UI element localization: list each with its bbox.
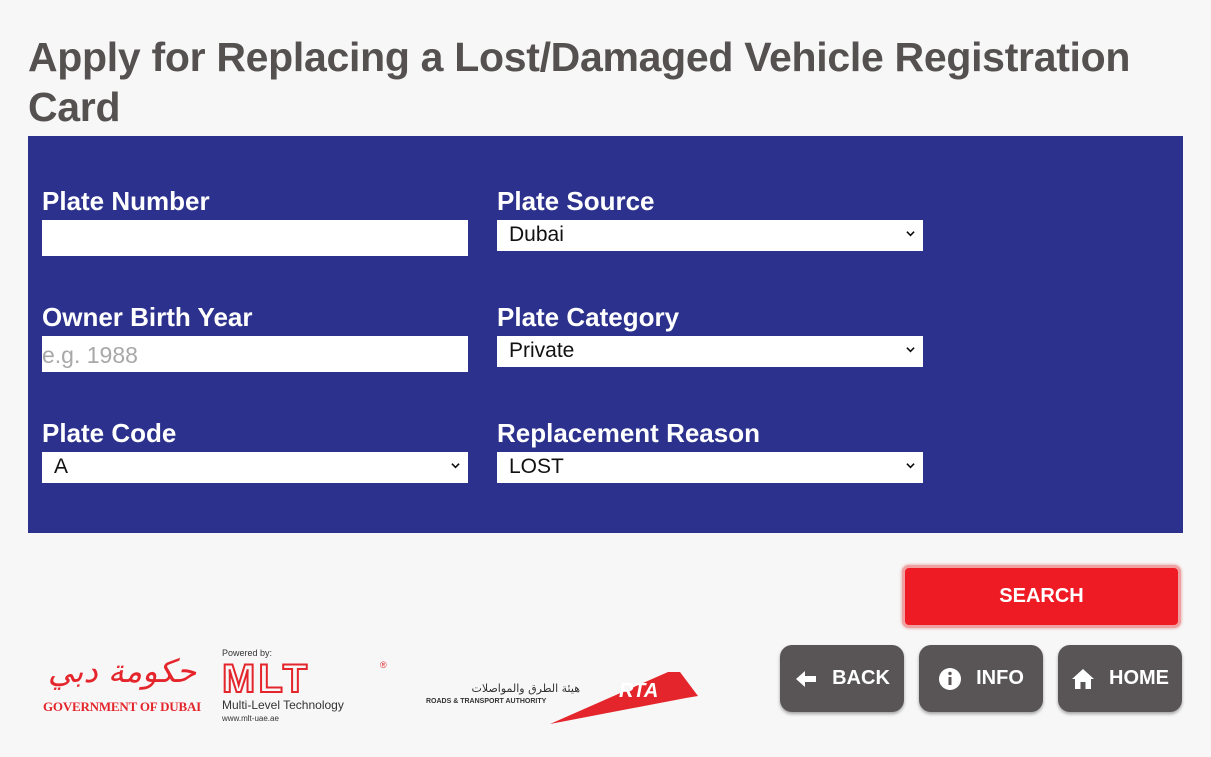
plate-code-label: Plate Code xyxy=(42,418,177,448)
rta-english: ROADS & TRANSPORT AUTHORITY xyxy=(426,698,547,705)
plate-category-field: Plate Category Private xyxy=(497,302,923,367)
plate-source-value: Dubai xyxy=(509,223,564,246)
chevron-down-icon xyxy=(906,231,915,237)
plate-source-select[interactable]: Dubai xyxy=(497,220,923,251)
plate-category-value: Private xyxy=(509,339,575,362)
plate-category-select[interactable]: Private xyxy=(497,336,923,367)
plate-category-label: Plate Category xyxy=(497,302,680,332)
chevron-down-icon xyxy=(451,463,460,469)
info-button-label: INFO xyxy=(976,667,1024,689)
chevron-down-icon xyxy=(906,463,915,469)
replacement-reason-value: LOST xyxy=(509,455,564,478)
arrow-left-icon xyxy=(796,670,817,687)
gov-dubai-english: GOVERNMENT OF DUBAI xyxy=(43,699,201,714)
replacement-reason-label: Replacement Reason xyxy=(497,418,760,448)
owner-birth-year-field: Owner Birth Year xyxy=(42,302,468,372)
plate-number-input[interactable] xyxy=(42,220,468,256)
owner-birth-year-label: Owner Birth Year xyxy=(42,302,253,332)
mlt-wordmark: MLT xyxy=(221,657,311,701)
gov-dubai-arabic: حكومة دبي xyxy=(47,652,197,690)
chevron-down-icon xyxy=(906,347,915,353)
plate-code-value: A xyxy=(54,455,69,478)
plate-number-field: Plate Number xyxy=(42,186,468,256)
search-button[interactable]: SEARCH xyxy=(902,565,1181,628)
house-icon xyxy=(1072,668,1094,689)
replacement-reason-select[interactable]: LOST xyxy=(497,452,923,483)
plate-source-field: Plate Source Dubai xyxy=(497,186,923,251)
info-circle-icon xyxy=(939,667,962,690)
back-button[interactable]: BACK xyxy=(780,645,904,712)
government-of-dubai-logo: حكومة دبي GOVERNMENT OF DUBAI xyxy=(34,650,210,720)
home-button-label: HOME xyxy=(1109,667,1169,689)
mlt-tagline: Multi-Level Technology xyxy=(222,698,344,712)
plate-code-select[interactable]: A xyxy=(42,452,468,483)
replacement-reason-field: Replacement Reason LOST xyxy=(497,418,923,483)
rta-logo: هيئة الطرق والمواصلات ROADS & TRANSPORT … xyxy=(426,668,702,726)
back-button-label: BACK xyxy=(832,667,890,689)
registered-mark-icon: ® xyxy=(380,660,387,670)
rta-mark: RTA xyxy=(619,680,659,702)
info-button[interactable]: INFO xyxy=(919,645,1043,712)
mlt-url: www.mlt-uae.ae xyxy=(222,714,279,723)
home-button[interactable]: HOME xyxy=(1058,645,1182,712)
plate-number-label: Plate Number xyxy=(42,186,210,216)
page-title: Apply for Replacing a Lost/Damaged Vehic… xyxy=(28,34,1131,130)
mlt-logo: Powered by: MLT ® Multi-Level Technology… xyxy=(221,648,392,726)
plate-source-label: Plate Source xyxy=(497,186,655,216)
search-button-label: SEARCH xyxy=(999,585,1084,607)
form-panel: Plate Number Plate Source Dubai Owner Bi… xyxy=(28,136,1183,533)
plate-code-field: Plate Code A xyxy=(42,418,468,483)
owner-birth-year-input[interactable] xyxy=(42,336,468,372)
